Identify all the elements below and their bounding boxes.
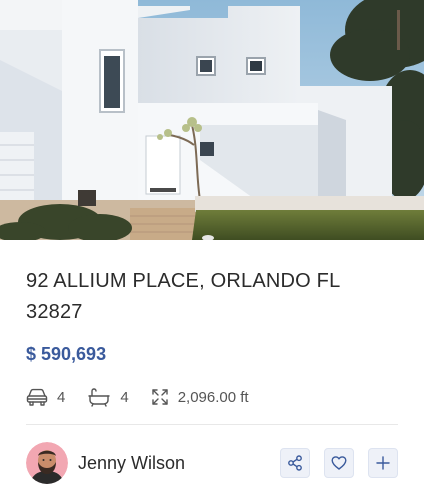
property-photo[interactable] <box>0 0 424 240</box>
share-icon <box>288 455 302 471</box>
divider <box>26 424 398 425</box>
agent-name[interactable]: Jenny Wilson <box>78 453 185 474</box>
agent-info[interactable]: Jenny Wilson <box>26 442 185 484</box>
plus-icon <box>376 456 390 470</box>
car-icon <box>26 388 48 406</box>
expand-arrows-icon <box>151 389 168 405</box>
avatar[interactable] <box>26 442 68 484</box>
property-price: $ 590,693 <box>26 344 107 364</box>
feature-baths: 4 <box>87 387 129 407</box>
feature-area: 2,096.00 ft <box>151 388 249 406</box>
property-features: 4 4 2,096.00 ft <box>26 385 271 409</box>
cars-count: 4 <box>57 388 66 406</box>
area-value: 2,096.00 ft <box>177 388 249 406</box>
card-actions <box>266 448 398 478</box>
property-address[interactable]: 92 ALLIUM PLACE, ORLANDO FL 32827 <box>26 266 398 328</box>
bathtub-icon <box>88 388 111 407</box>
add-button[interactable] <box>368 448 398 478</box>
share-button[interactable] <box>280 448 310 478</box>
feature-cars: 4 <box>26 387 65 407</box>
property-card: 92 ALLIUM PLACE, ORLANDO FL 32827 $ 590,… <box>0 0 424 484</box>
favorite-button[interactable] <box>324 448 354 478</box>
heart-icon <box>331 456 347 470</box>
baths-count: 4 <box>120 388 129 406</box>
